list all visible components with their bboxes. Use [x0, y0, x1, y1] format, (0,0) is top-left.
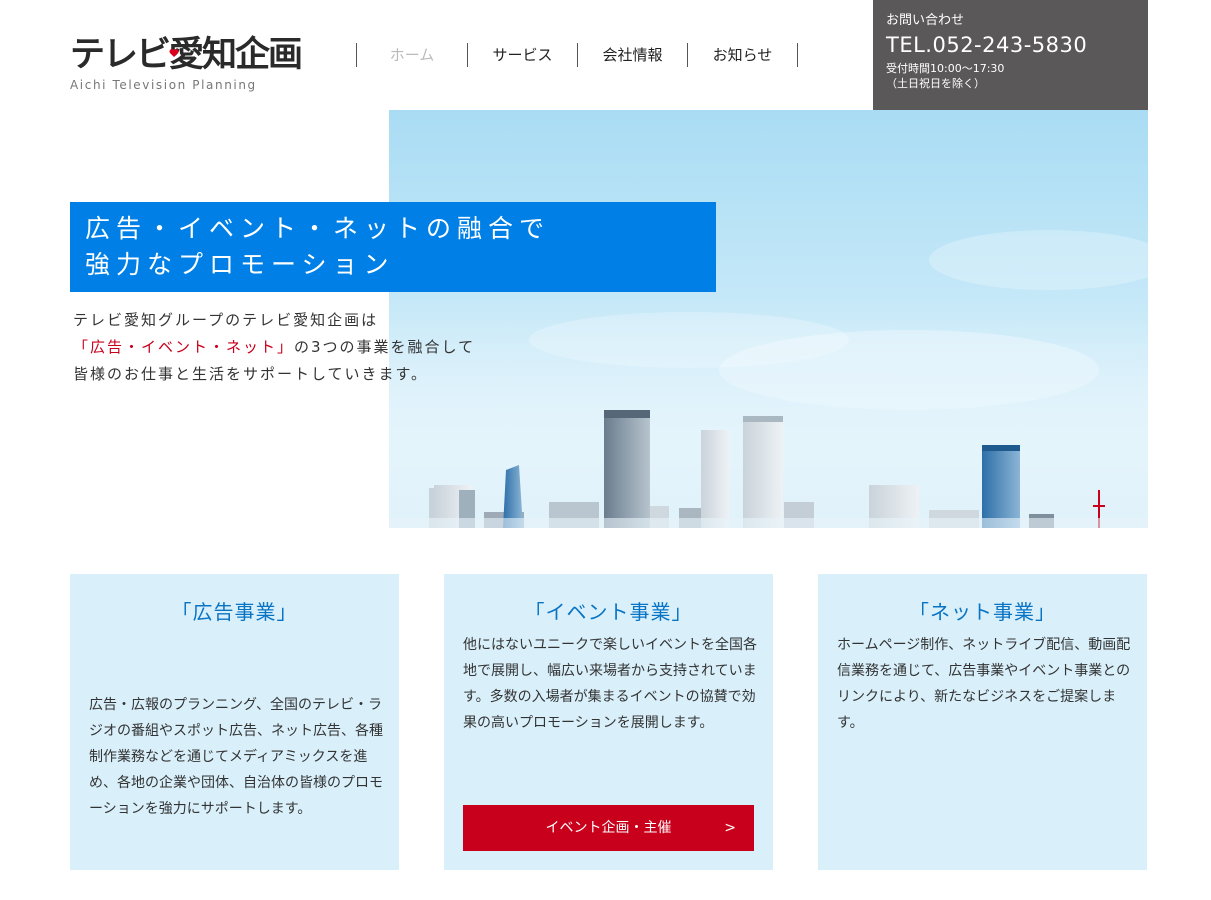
card-title: 「広告事業」	[171, 600, 298, 624]
hero-text-line-2: 「広告・イベント・ネット」の3つの事業を融合して	[73, 334, 475, 361]
card-title: 「イベント事業」	[524, 600, 693, 624]
logo-wordmark: テレビ愛知企画	[70, 35, 303, 75]
nav-item-company[interactable]: 会社情報	[577, 43, 687, 67]
event-planning-button[interactable]: イベント企画・主催 >	[463, 805, 754, 851]
hero-skyline-image	[389, 110, 1148, 528]
card-title: 「ネット事業」	[909, 600, 1056, 624]
chevron-right-icon: >	[724, 820, 736, 836]
heart-icon	[169, 49, 179, 57]
site-logo[interactable]: テレビ愛知企画 Aichi Television Planning	[70, 36, 303, 98]
contact-label: お問い合わせ	[886, 13, 965, 28]
contact-phone[interactable]: TEL.052-243-5830	[886, 31, 1148, 59]
hero-headline-line-1: 広告・イベント・ネットの融合で	[85, 214, 551, 243]
card-body: 他にはないユニークで楽しいイベントを全国各地で展開し、幅広い来場者から支持されて…	[463, 637, 757, 731]
nav-item-home[interactable]: ホーム	[356, 43, 467, 67]
hero-text-line-1: テレビ愛知グループのテレビ愛知企画は	[73, 311, 379, 329]
nav-item-news[interactable]: お知らせ	[687, 43, 798, 67]
hero-text-line-2-rest: の3つの事業を融合して	[294, 338, 476, 356]
contact-hours: 受付時間10:00～17:30	[886, 62, 1005, 75]
contact-box: お問い合わせ TEL.052-243-5830 受付時間10:00～17:30 …	[873, 0, 1148, 110]
skyline-illustration	[389, 230, 1148, 528]
contact-note: （土日祝日を除く）	[886, 77, 985, 90]
card-net: 「ネット事業」 ホームページ制作、ネットライブ配信、動画配信業務を通じて、広告事…	[818, 574, 1147, 870]
card-event: 「イベント事業」 他にはないユニークで楽しいイベントを全国各地で展開し、幅広い来…	[444, 574, 773, 870]
card-body: 広告・広報のプランニング、全国のテレビ・ラジオの番組やスポット広告、ネット広告、…	[89, 697, 383, 817]
button-label: イベント企画・主催	[545, 820, 672, 836]
hero-highlight: 「広告・イベント・ネット」	[73, 338, 295, 356]
nav-item-services[interactable]: サービス	[467, 43, 577, 67]
card-advertising: 「広告事業」 広告・広報のプランニング、全国のテレビ・ラジオの番組やスポット広告…	[70, 574, 399, 870]
hero-headline-banner: 広告・イベント・ネットの融合で 強力なプロモーション	[70, 202, 716, 292]
hero-headline-line-2: 強力なプロモーション	[85, 250, 395, 279]
hero-description: テレビ愛知グループのテレビ愛知企画は 「広告・イベント・ネット」の3つの事業を融…	[73, 307, 475, 388]
main-nav: ホーム サービス 会社情報 お知らせ	[356, 43, 798, 67]
logo-subtitle: Aichi Television Planning	[70, 78, 257, 92]
card-body: ホームページ制作、ネットライブ配信、動画配信業務を通じて、広告事業やイベント事業…	[837, 637, 1131, 731]
hero-text-line-3: 皆様のお仕事と生活をサポートしていきます。	[73, 365, 429, 383]
